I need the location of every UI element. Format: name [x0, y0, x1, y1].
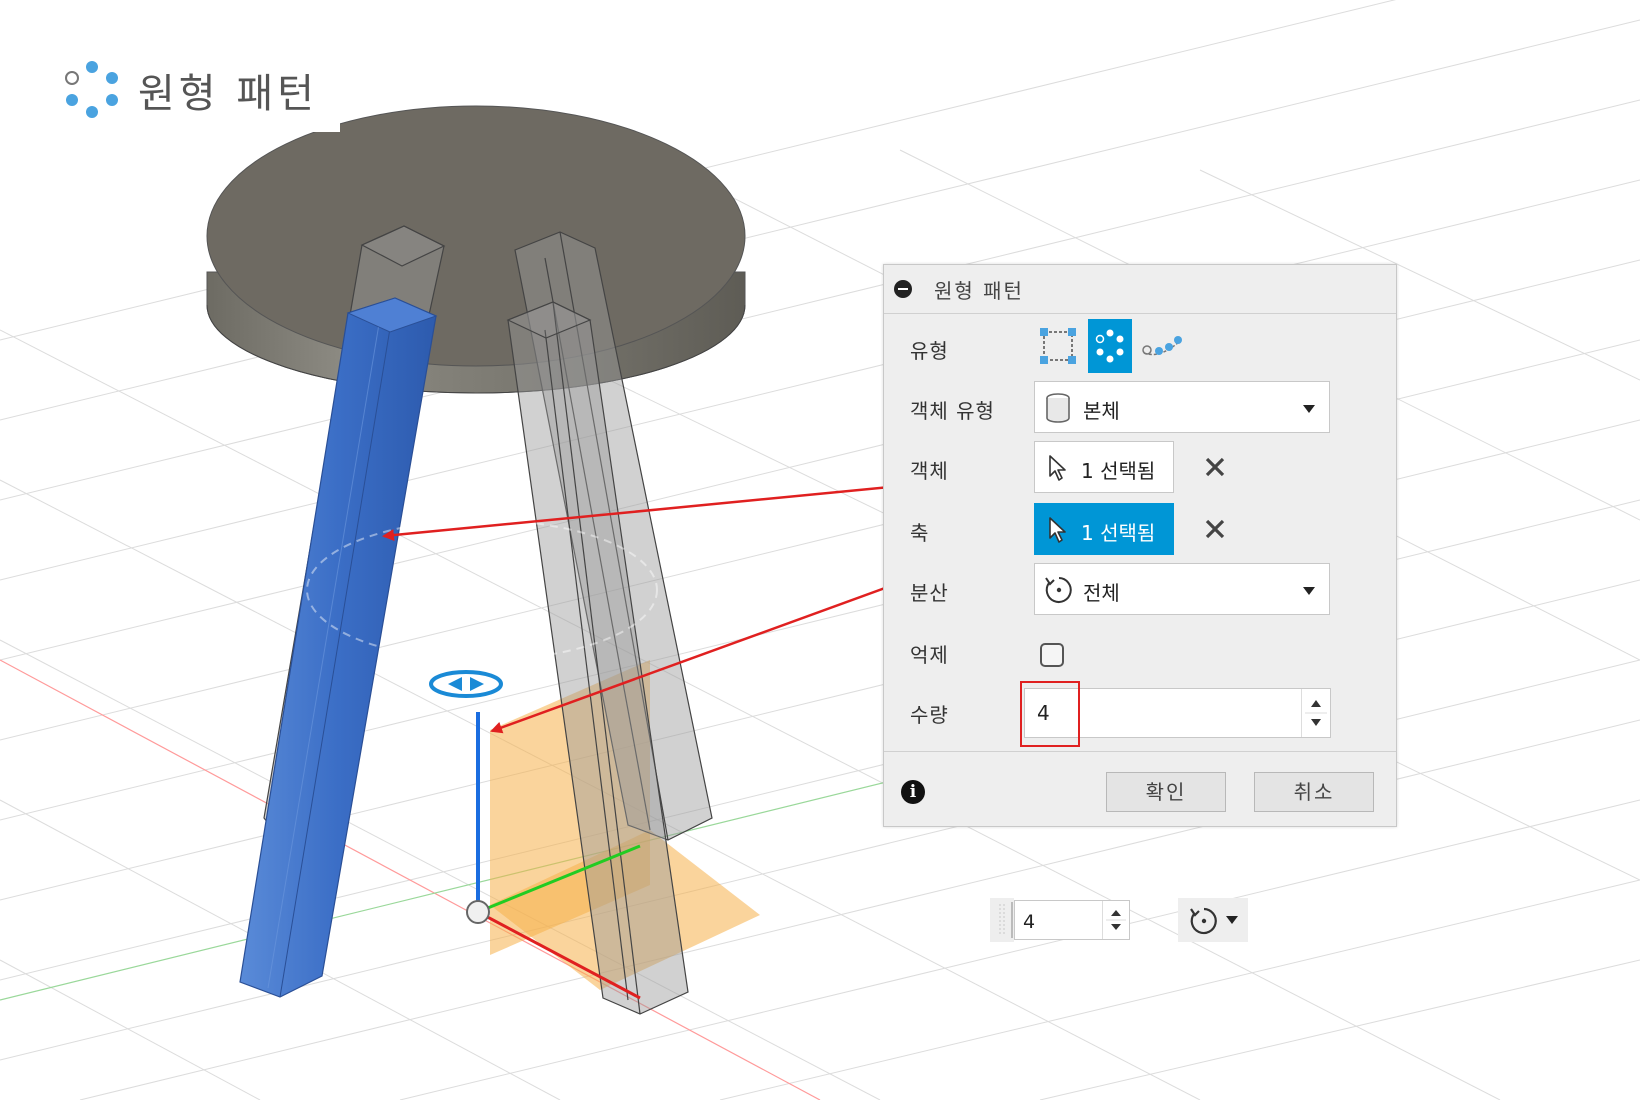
axis-selection-value: 1 선택됨	[1081, 521, 1156, 545]
page-title: 원형 패턴	[138, 71, 318, 117]
cursor-icon	[1049, 517, 1066, 543]
pattern-type-row: 유형	[884, 319, 1396, 375]
distribution-row: 분산 전체	[884, 561, 1396, 617]
pattern-type-label: 유형	[910, 339, 949, 363]
axis-row: 축 1 선택됨	[884, 501, 1396, 557]
highlight-box	[1020, 681, 1080, 747]
objects-selection-button[interactable]: 1 선택됨	[1034, 441, 1174, 493]
axis-label: 축	[910, 521, 930, 545]
dialog-header: 원형 패턴	[884, 265, 1396, 314]
circular-pattern-icon	[1095, 329, 1124, 363]
distribution-value: 전체	[1083, 581, 1120, 605]
body-icon	[1046, 393, 1070, 423]
suppress-label: 억제	[910, 643, 949, 667]
quantity-row: 수량 4	[884, 681, 1396, 747]
spinner-arrows-icon	[1106, 910, 1126, 930]
rotate-full-icon	[1045, 577, 1072, 603]
clear-axis-button[interactable]	[1202, 516, 1228, 542]
objects-selection-value: 1 선택됨	[1081, 459, 1156, 483]
chevron-down-icon	[1226, 916, 1238, 924]
distribution-label: 분산	[910, 581, 949, 605]
rectangular-pattern-icon	[1040, 328, 1076, 364]
close-icon	[1205, 519, 1225, 539]
cancel-button[interactable]: 취소	[1254, 772, 1374, 812]
objects-row: 객체 1 선택됨	[884, 439, 1396, 495]
collapse-icon[interactable]	[894, 280, 912, 298]
path-pattern-icon	[1142, 336, 1182, 356]
dialog-footer: i 확인 취소	[884, 751, 1396, 827]
distribution-dropdown[interactable]: 전체	[1034, 563, 1330, 615]
canvas-quantity-value: 4	[1023, 911, 1036, 933]
selected-leg-body[interactable]	[239, 297, 438, 998]
object-type-value: 본체	[1083, 399, 1120, 423]
tabletop-disc[interactable]	[206, 105, 746, 394]
object-type-dropdown[interactable]: 본체	[1034, 381, 1330, 433]
canvas-distribution-button[interactable]	[1178, 898, 1248, 942]
circular-pattern-dialog: 원형 패턴 유형 객체 유형 본체 객체 1 선택됨 축 1 선택됨 분산 전체…	[883, 264, 1397, 827]
quantity-label: 수량	[910, 703, 949, 727]
object-type-row: 객체 유형 본체	[884, 379, 1396, 435]
chevron-down-icon	[1303, 587, 1315, 595]
circular-pattern-button[interactable]	[1088, 319, 1132, 373]
object-type-label: 객체 유형	[910, 399, 995, 423]
drag-handle[interactable]	[990, 898, 1014, 942]
objects-label: 객체	[910, 459, 949, 483]
circular-pattern-icon	[65, 61, 118, 118]
canvas-quantity-widget: 4	[990, 898, 1170, 942]
rotate-full-icon	[1190, 907, 1217, 935]
close-icon	[1205, 457, 1225, 477]
clear-objects-button[interactable]	[1202, 454, 1228, 480]
rectangular-pattern-button[interactable]	[1036, 319, 1080, 373]
spinner-arrows-icon	[1305, 700, 1327, 726]
command-title: 원형 패턴	[64, 58, 318, 122]
canvas-quantity-input[interactable]: 4	[1014, 900, 1130, 940]
chevron-down-icon	[1303, 405, 1315, 413]
grip-icon	[999, 902, 1013, 938]
axis-selection-button[interactable]: 1 선택됨	[1034, 503, 1174, 555]
path-pattern-button[interactable]	[1140, 319, 1184, 373]
dialog-title: 원형 패턴	[934, 278, 1024, 303]
suppress-row: 억제	[884, 623, 1396, 679]
canvas-quantity-spinner[interactable]	[1102, 901, 1129, 939]
quantity-spinner[interactable]	[1301, 689, 1330, 737]
cursor-icon	[1049, 455, 1066, 481]
suppress-checkbox[interactable]	[1040, 643, 1064, 667]
ok-button[interactable]: 확인	[1106, 772, 1226, 812]
info-icon[interactable]: i	[901, 780, 925, 804]
